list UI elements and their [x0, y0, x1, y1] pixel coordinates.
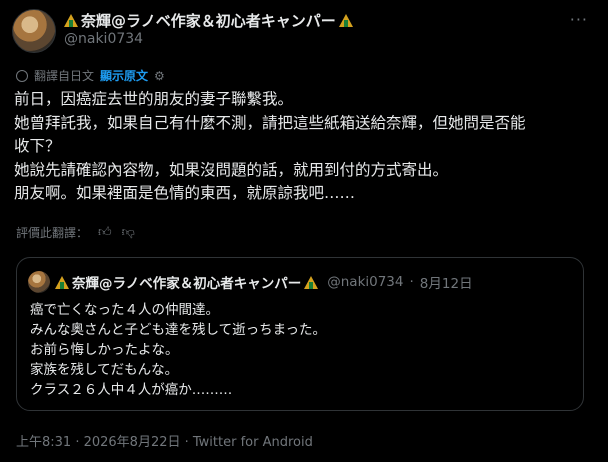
quoted-author-avatar [28, 271, 50, 293]
tent-icon [304, 275, 319, 289]
post-line: 前日，因癌症去世的朋友的妻子聯繫我。 [14, 90, 294, 108]
quoted-post-date: 8月12日 [419, 276, 473, 292]
quoted-line: 家族を残してだもんな。 [30, 362, 179, 378]
translate-icon [16, 69, 28, 82]
show-original-link[interactable]: 顯示原文 [100, 67, 148, 84]
quoted-line: クラス２６人中４人が癌か……… [30, 382, 233, 398]
quoted-line: 癌で亡くなった４人の仲間達。 [30, 302, 219, 318]
post-timestamp[interactable]: 上午8:31 · 2026年8月22日 · Twitter for Androi… [16, 431, 313, 450]
quoted-line: みんな奥さんと子ども達を残して逝っちまった。 [30, 322, 327, 338]
tent-icon [338, 14, 353, 27]
post-line: 收下？ [14, 137, 61, 155]
post-line: 朋友啊。如果裡面是色情的東西，就原諒我吧…… [14, 184, 356, 202]
post-line: 她曾拜託我，如果自己有什麼不測，請把這些紙箱送給奈輝，但她問是否能 [14, 113, 526, 132]
author-handle[interactable]: @naki0734 [64, 31, 143, 47]
rate-translation: 評價此翻譯： 👍︎ 👎︎ [16, 224, 135, 241]
more-options-button[interactable]: ··· [570, 10, 588, 29]
post-text: 前日，因癌症去世的朋友的妻子聯繫我。 她曾拜託我，如果自己有什麼不測，請把這些紙… [14, 88, 594, 206]
author-avatar[interactable] [12, 9, 56, 53]
author-display-name: 奈輝@ラノベ作家＆初心者キャンパー [81, 12, 336, 30]
dot-separator: · [409, 274, 414, 290]
quoted-author-name: 奈輝@ラノベ作家＆初心者キャンパー [72, 276, 302, 292]
translation-label: 翻譯自日文 [34, 69, 95, 83]
thumbs-down-icon[interactable]: 👎︎ [122, 225, 135, 240]
quoted-line: お前ら悔しかったよな。 [30, 342, 179, 358]
quoted-author-header: 奈輝@ラノベ作家＆初心者キャンパー @naki0734 · 8月12日 [55, 272, 473, 292]
author-name[interactable]: 奈輝@ラノベ作家＆初心者キャンパー [64, 10, 353, 31]
rate-translation-label: 評價此翻譯： [16, 226, 89, 240]
tent-icon [55, 275, 69, 289]
tent-icon [64, 14, 78, 27]
quoted-author-handle: @naki0734 [327, 274, 404, 290]
quoted-post[interactable]: 奈輝@ラノベ作家＆初心者キャンパー @naki0734 · 8月12日 癌で亡く… [16, 257, 584, 411]
post-line: 她說先請確認內容物，如果沒問題的話，就用到付的方式寄出。 [14, 160, 449, 179]
quoted-post-text: 癌で亡くなった４人の仲間達。 みんな奥さんと子ども達を残して逝っちまった。 お前… [30, 300, 326, 400]
gear-icon[interactable]: ⚙ [154, 69, 165, 83]
translation-bar: 翻譯自日文 顯示原文 ⚙ [16, 67, 165, 84]
thumbs-up-icon[interactable]: 👍︎ [98, 225, 112, 240]
